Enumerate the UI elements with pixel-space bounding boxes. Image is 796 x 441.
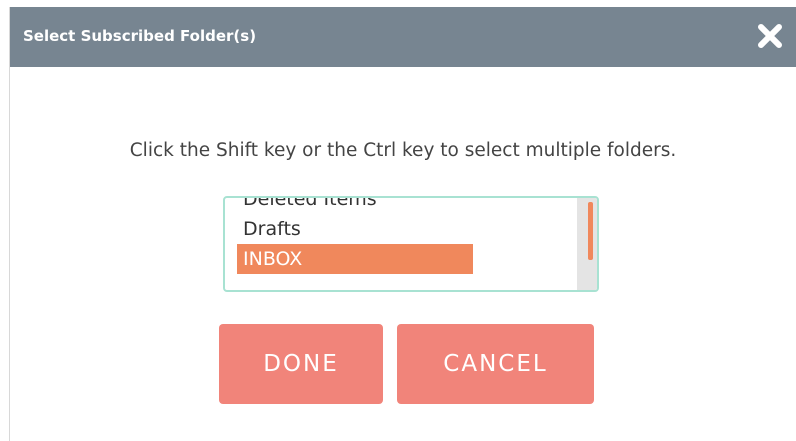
instructions-text: Click the Shift key or the Ctrl key to s… xyxy=(129,140,677,161)
done-button[interactable]: DONE xyxy=(219,324,383,404)
folder-option-inbox[interactable]: INBOX xyxy=(237,244,473,274)
dialog-title: Select Subscribed Folder(s) xyxy=(23,27,257,45)
folder-options: Deleted Items Drafts INBOX xyxy=(237,198,473,274)
close-button[interactable] xyxy=(756,22,784,50)
folder-option-drafts[interactable]: Drafts xyxy=(237,214,473,244)
dialog-titlebar: Select Subscribed Folder(s) xyxy=(10,7,796,67)
folder-option-deleted-items[interactable]: Deleted Items xyxy=(237,198,473,214)
cancel-button[interactable]: CANCEL xyxy=(397,324,594,404)
close-icon xyxy=(758,24,782,48)
folder-list-scrollbar[interactable] xyxy=(577,198,597,290)
folder-multiselect[interactable]: Deleted Items Drafts INBOX xyxy=(223,196,599,292)
select-folders-dialog: Select Subscribed Folder(s) Click the Sh… xyxy=(9,7,796,441)
scrollbar-thumb[interactable] xyxy=(588,202,593,260)
